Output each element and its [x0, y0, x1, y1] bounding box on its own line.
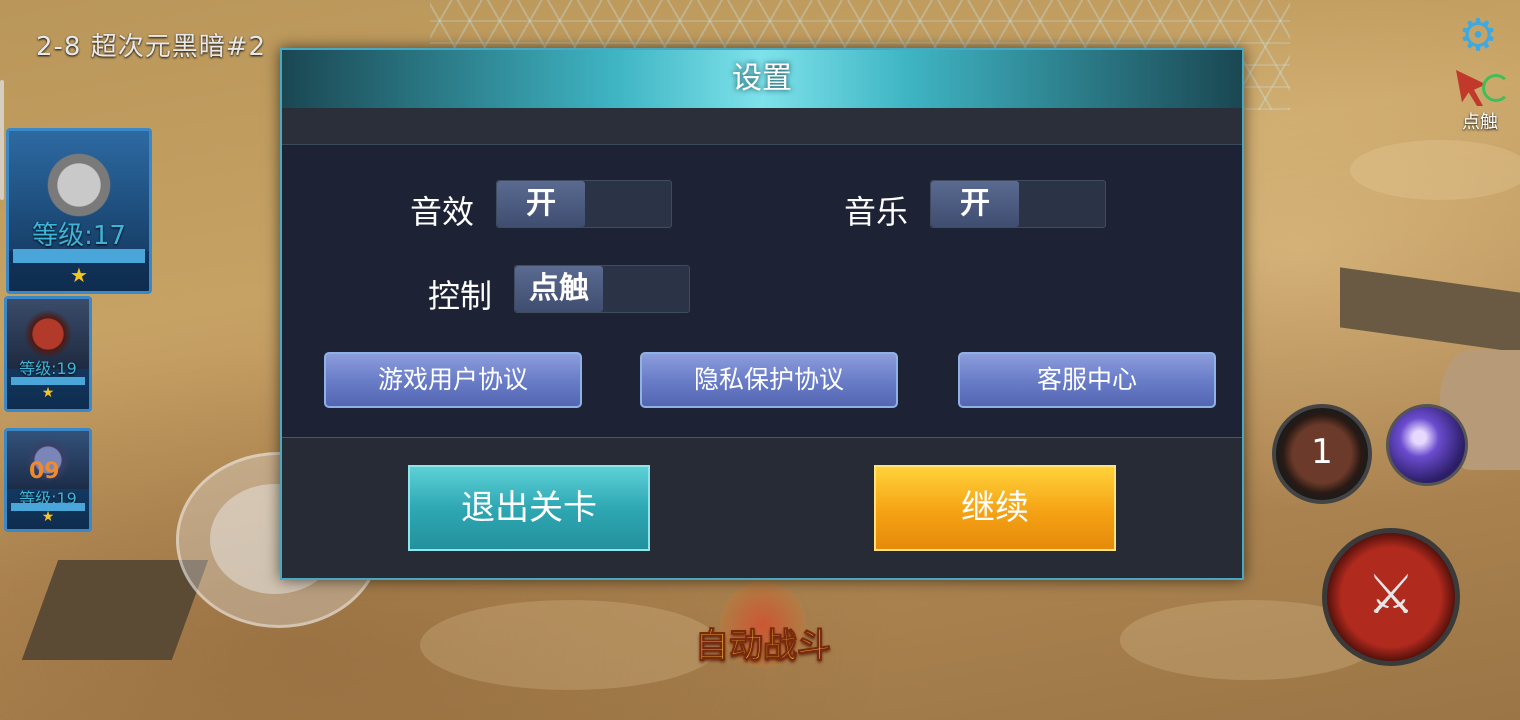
auto-battle-label: 自动战斗: [695, 626, 832, 667]
star-icon: ★: [70, 263, 88, 287]
hero-level: 等级:17: [32, 221, 126, 251]
music-toggle[interactable]: 开: [930, 180, 1106, 228]
control-toggle[interactable]: 点触: [514, 265, 690, 313]
touch-mode-button[interactable]: 点触: [1452, 70, 1510, 134]
customer-service-button[interactable]: 客服中心: [958, 352, 1216, 408]
hero-level: 等级:19: [19, 359, 77, 378]
hero-xp-bar: [11, 377, 85, 385]
star-icon: ★: [41, 509, 55, 525]
skill-1-count: 1: [1311, 432, 1333, 472]
hero-card-1[interactable]: 等级:17 ★: [6, 128, 152, 294]
crossed-swords-icon: ⚔: [1366, 563, 1416, 626]
skill-2-button[interactable]: [1386, 404, 1468, 486]
music-label: 音乐: [844, 193, 909, 231]
sand-dune: [1350, 140, 1520, 200]
music-toggle-value: 开: [931, 181, 1019, 227]
sound-toggle[interactable]: 开: [496, 180, 672, 228]
exit-level-button[interactable]: 退出关卡: [408, 465, 650, 551]
team-scrollbar[interactable]: [0, 80, 4, 200]
star-icon: ★: [41, 385, 55, 401]
attack-button[interactable]: ⚔: [1322, 528, 1460, 666]
dialog-title: 设置: [732, 61, 792, 96]
hero-badge: 09: [29, 459, 60, 484]
refresh-icon: [1482, 74, 1510, 102]
rock-right: [1340, 267, 1520, 353]
settings-dialog: 设置 音效 开 音乐 开 控制 点触 游戏用户协议 隐私保护协议 客服中心 退出…: [280, 48, 1244, 580]
touch-label: 点触: [1462, 112, 1498, 133]
control-label: 控制: [428, 277, 493, 315]
sound-toggle-value: 开: [497, 181, 585, 227]
privacy-policy-button[interactable]: 隐私保护协议: [640, 352, 898, 408]
control-toggle-value: 点触: [515, 266, 603, 312]
gear-icon[interactable]: ⚙: [1456, 14, 1500, 58]
hero-card-3[interactable]: 09 等级:19 ★: [4, 428, 92, 532]
stage-label: 2-8 超次元黑暗#2: [36, 32, 267, 62]
dialog-subheader: [282, 108, 1242, 145]
hero-xp-bar: [13, 249, 145, 263]
skill-1-button[interactable]: 1: [1272, 404, 1372, 504]
hero-card-2[interactable]: 等级:19 ★: [4, 296, 92, 412]
rock-left: [21, 560, 209, 660]
auto-battle-button[interactable]: 自动战斗: [690, 582, 836, 702]
user-agreement-button[interactable]: 游戏用户协议: [324, 352, 582, 408]
sand-dune: [420, 600, 720, 690]
continue-button[interactable]: 继续: [874, 465, 1116, 551]
sound-label: 音效: [410, 193, 475, 231]
